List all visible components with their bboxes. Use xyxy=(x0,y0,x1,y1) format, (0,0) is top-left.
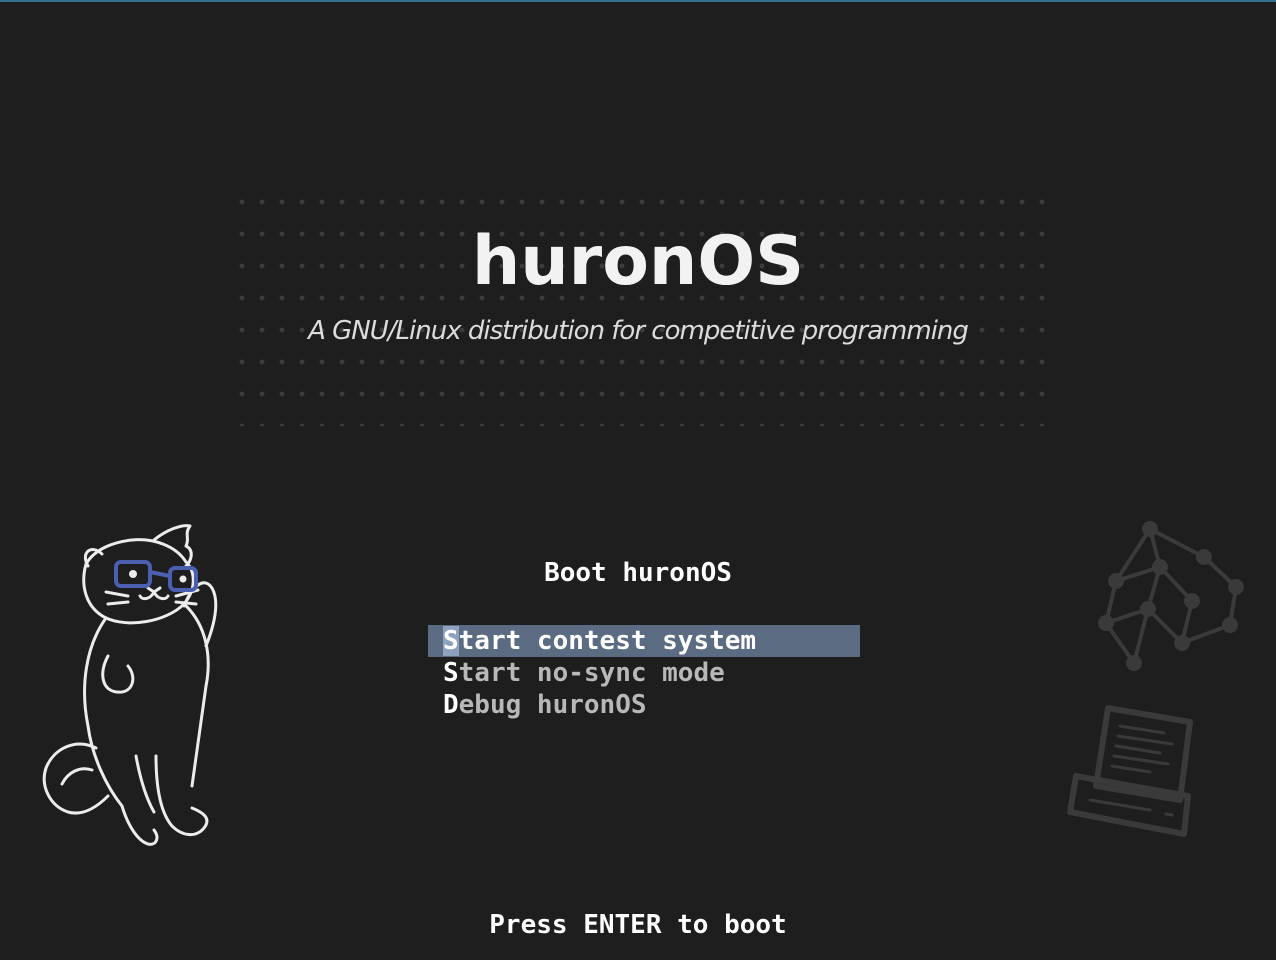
brand-title: huronOS xyxy=(471,222,805,301)
top-border-line xyxy=(0,0,1276,2)
boot-menu-item-debug[interactable]: Debug huronOS xyxy=(428,689,860,721)
boot-menu-item-start-contest[interactable]: Start contest system xyxy=(428,625,860,657)
brand-subtitle: A GNU/Linux distribution for competitive… xyxy=(308,316,969,346)
menu-item-label: ebug huronOS xyxy=(458,690,647,720)
menu-item-hotkey: D xyxy=(443,690,459,720)
menu-item-hotkey: S xyxy=(443,626,459,656)
boot-menu-item-no-sync[interactable]: Start no-sync mode xyxy=(428,657,860,689)
menu-item-label: tart no-sync mode xyxy=(458,658,725,688)
node-graph-icon xyxy=(1098,521,1244,671)
retro-computer-icon xyxy=(1067,705,1193,837)
boot-menu: Start contest system Start no-sync mode … xyxy=(428,625,860,721)
boot-hint: Press ENTER to boot xyxy=(489,910,787,940)
menu-item-hotkey: S xyxy=(443,658,459,688)
menu-item-label: tart contest system xyxy=(458,626,757,656)
otter-with-glasses-icon xyxy=(42,524,218,846)
